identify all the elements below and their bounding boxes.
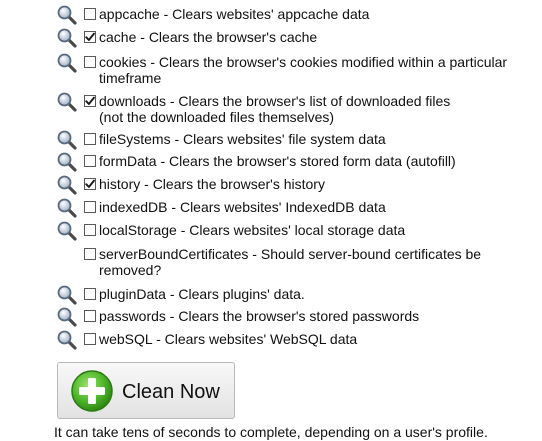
magnifier-icon[interactable] [56,129,78,151]
magnifier-icon[interactable] [56,284,78,306]
option-description: Clears websites' appcache data [172,6,370,22]
option-separator: - [152,331,165,347]
option-name: localStorage [99,222,177,238]
checkbox-cookies[interactable] [84,56,96,68]
option-name: serverBoundCertificates [99,246,249,262]
option-separator: - [248,246,261,262]
option-separator: - [170,131,184,147]
option-label-formData[interactable]: formData - Clears the browser's stored f… [99,153,539,169]
option-label-history[interactable]: history - Clears the browser's history [99,176,539,192]
option-separator: - [140,176,153,192]
option-separator: - [156,153,170,169]
option-separator: - [136,29,149,45]
clean-now-button[interactable]: Clean Now [57,362,235,419]
magnifier-icon[interactable] [56,91,78,113]
checkbox-serverBoundCertificates[interactable] [84,248,96,260]
option-separator: - [165,286,179,302]
checkbox-fileSystems[interactable] [84,133,96,145]
checkbox-downloads[interactable] [84,95,96,107]
option-description: Clears websites' file system data [183,131,386,147]
option-description: Clears websites' local storage data [189,222,406,238]
option-name: pluginData [99,286,166,302]
option-name: formData [99,153,157,169]
option-label-cache[interactable]: cache - Clears the browser's cache [99,29,539,45]
green-plus-icon [71,370,113,412]
magnifier-icon[interactable] [56,52,78,74]
option-description: Clears the browser's cookies modified wi… [99,54,508,86]
option-description: Clears websites' WebSQL data [164,331,358,347]
checkbox-pluginData[interactable] [84,288,96,300]
option-separator: - [165,93,179,109]
magnifier-icon[interactable] [56,174,78,196]
checkbox-localStorage[interactable] [84,224,96,236]
option-name: indexedDB [99,199,168,215]
option-label-downloads[interactable]: downloads - Clears the browser's list of… [99,93,539,125]
magnifier-icon[interactable] [56,197,78,219]
option-name: fileSystems [99,131,171,147]
option-separator: - [165,308,179,324]
clean-now-label: Clean Now [122,381,220,403]
magnifier-icon[interactable] [56,151,78,173]
checkbox-webSQL[interactable] [84,333,96,345]
option-description: Clears the browser's stored form data (a… [169,153,456,169]
option-description: Clears plugins' data. [178,286,305,302]
option-label-cookies[interactable]: cookies - Clears the browser's cookies m… [99,54,539,86]
option-label-fileSystems[interactable]: fileSystems - Clears websites' file syst… [99,131,539,147]
option-name: passwords [99,308,166,324]
option-label-localStorage[interactable]: localStorage - Clears websites' local st… [99,222,539,238]
option-name: cookies [99,54,147,70]
option-label-pluginData[interactable]: pluginData - Clears plugins' data. [99,286,539,302]
option-label-indexedDB[interactable]: indexedDB - Clears websites' IndexedDB d… [99,199,539,215]
option-separator: - [159,6,173,22]
option-name: webSQL [99,331,153,347]
checkbox-cache[interactable] [84,31,96,43]
option-description: Clears the browser's cache [148,29,318,45]
magnifier-icon[interactable] [56,27,78,49]
checkbox-indexedDB[interactable] [84,201,96,213]
option-label-passwords[interactable]: passwords - Clears the browser's stored … [99,308,539,324]
option-separator: - [167,199,180,215]
footer-note: It can take tens of seconds to complete,… [54,424,488,440]
option-name: cache [99,29,137,45]
checkbox-passwords[interactable] [84,310,96,322]
option-description: Clears the browser's history [152,176,325,192]
option-separator: - [146,54,159,70]
option-name: history [99,176,141,192]
option-separator: - [176,222,190,238]
magnifier-icon[interactable] [56,4,78,26]
option-label-appcache[interactable]: appcache - Clears websites' appcache dat… [99,6,539,22]
checkbox-history[interactable] [84,178,96,190]
option-name: appcache [99,6,160,22]
option-label-serverBoundCertificates[interactable]: serverBoundCertificates - Should server-… [99,246,539,278]
checkbox-formData[interactable] [84,155,96,167]
magnifier-icon[interactable] [56,306,78,328]
option-description: Clears websites' IndexedDB data [179,199,386,215]
magnifier-icon[interactable] [56,329,78,351]
option-description: Clears the browser's stored passwords [178,308,420,324]
checkbox-appcache[interactable] [84,8,96,20]
option-label-webSQL[interactable]: webSQL - Clears websites' WebSQL data [99,331,539,347]
option-name: downloads [99,93,166,109]
magnifier-icon[interactable] [56,220,78,242]
